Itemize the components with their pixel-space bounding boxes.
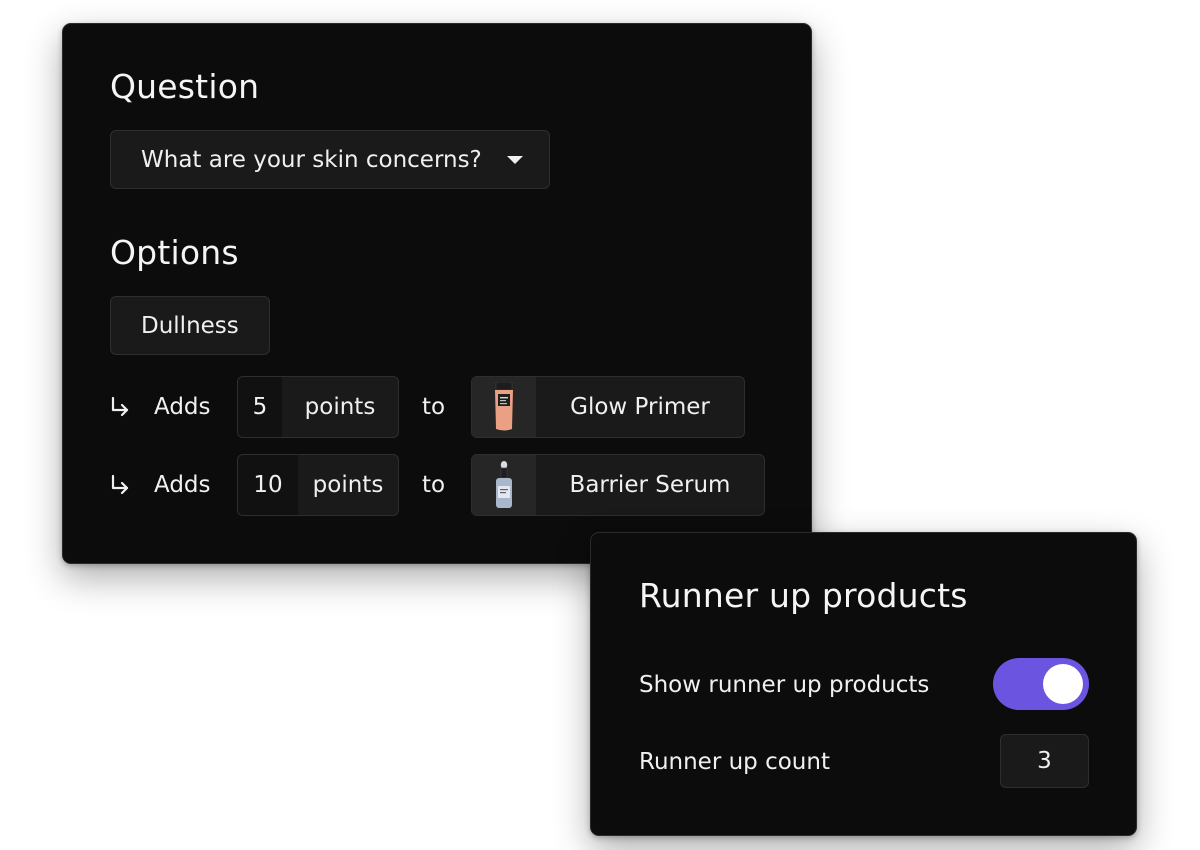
question-options-panel: Question What are your skin concerns? Op…	[62, 23, 812, 564]
to-label: to	[422, 394, 446, 420]
toggle-knob	[1043, 664, 1083, 704]
arrow-down-right-icon	[111, 474, 129, 495]
runner-up-count-input[interactable]: 3	[1000, 734, 1089, 788]
product-name: Barrier Serum	[569, 472, 731, 498]
question-select[interactable]: What are your skin concerns?	[110, 130, 550, 189]
runner-up-panel: Runner up products Show runner up produc…	[590, 532, 1137, 836]
product-name: Glow Primer	[570, 394, 710, 420]
show-runner-up-toggle[interactable]	[993, 658, 1089, 710]
adds-label: Adds	[154, 394, 211, 420]
points-unit-label: points	[304, 394, 376, 420]
question-select-value: What are your skin concerns?	[141, 146, 482, 173]
primer-tube-icon	[495, 382, 513, 431]
arrow-down-right-icon	[111, 396, 129, 417]
options-heading: Options	[110, 233, 239, 272]
points-input[interactable]: 10 points	[237, 454, 399, 516]
serum-bottle-icon	[496, 461, 512, 508]
points-unit-label: points	[312, 472, 384, 498]
serum-bottle-thumbnail	[472, 455, 536, 515]
points-value[interactable]: 5	[238, 377, 282, 437]
scoring-rule-row: Adds 5 points to Glow Primer	[109, 376, 799, 438]
to-label: to	[422, 472, 446, 498]
runner-up-count-value: 3	[1037, 748, 1052, 774]
points-value[interactable]: 10	[238, 455, 298, 515]
runner-up-count-label: Runner up count	[639, 749, 830, 775]
question-heading: Question	[110, 67, 260, 106]
show-runner-up-label: Show runner up products	[639, 672, 930, 698]
chevron-down-icon	[507, 156, 523, 164]
product-select[interactable]: Glow Primer	[471, 376, 745, 438]
canvas: Question What are your skin concerns? Op…	[0, 0, 1200, 850]
adds-label: Adds	[154, 472, 211, 498]
option-chip-dullness[interactable]: Dullness	[110, 296, 270, 355]
primer-tube-thumbnail	[472, 377, 536, 437]
runner-up-heading: Runner up products	[639, 576, 968, 615]
scoring-rule-row: Adds 10 points to Barrier Serum	[109, 454, 799, 516]
product-select[interactable]: Barrier Serum	[471, 454, 765, 516]
option-chip-label: Dullness	[141, 312, 239, 339]
points-input[interactable]: 5 points	[237, 376, 399, 438]
